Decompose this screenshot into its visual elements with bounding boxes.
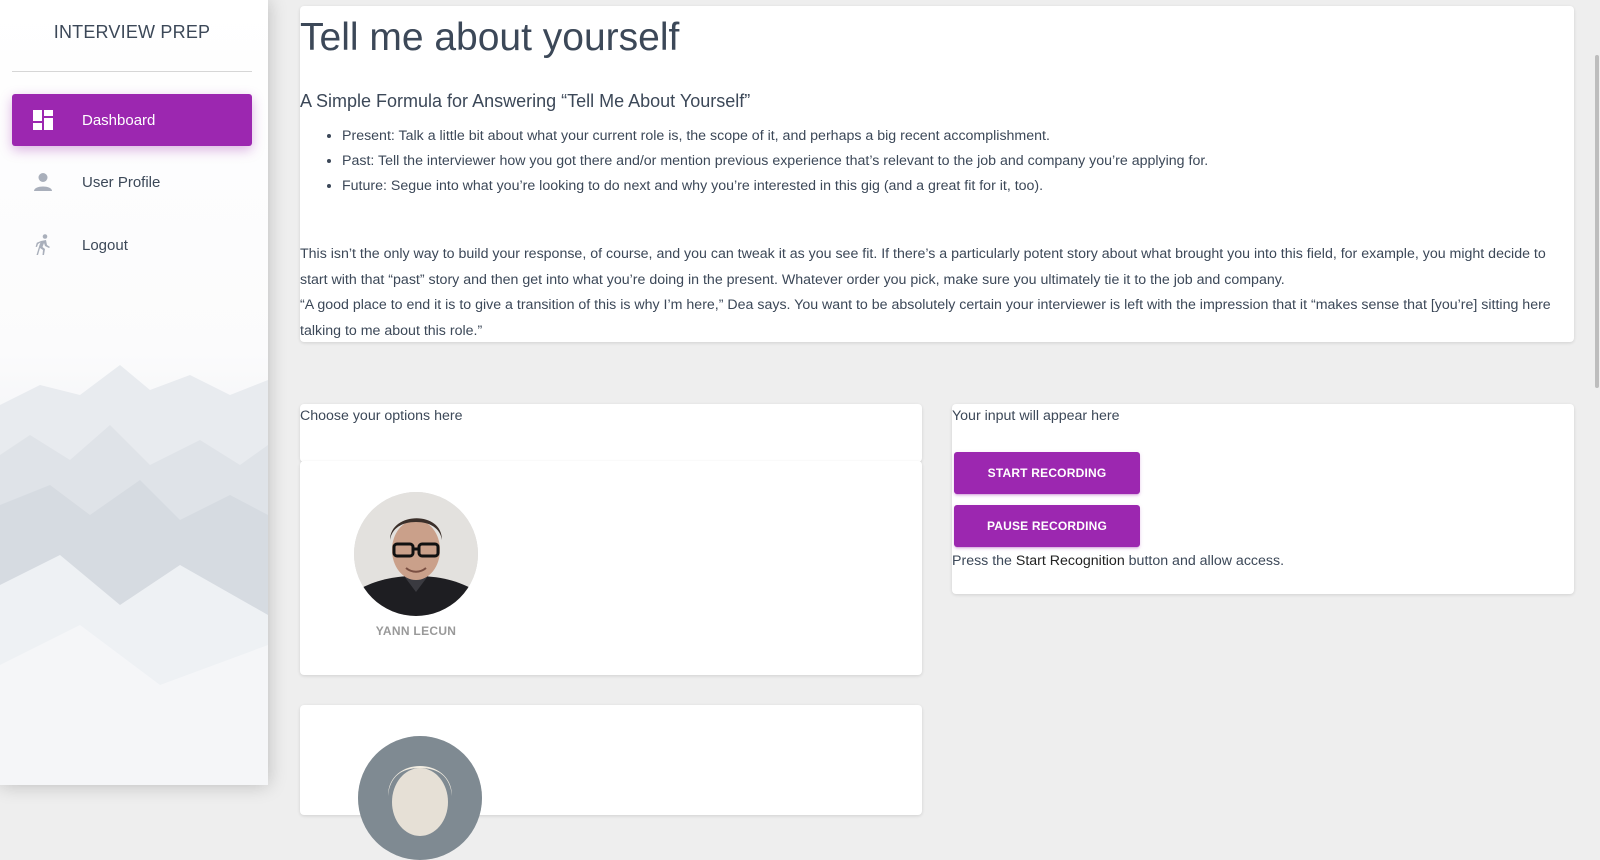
- options-card: Choose your options here: [300, 404, 922, 462]
- start-recording-button[interactable]: START RECORDING: [954, 452, 1140, 494]
- advice-quote: “A good place to end it is to give a tra…: [300, 297, 1551, 339]
- main-content: Tell me about yourself A Simple Formula …: [268, 0, 1600, 860]
- person-card[interactable]: [300, 705, 922, 860]
- person-card-yann-lecun[interactable]: YANN LECUN: [300, 461, 922, 675]
- list-item: Present: Talk a little bit about what yo…: [342, 124, 1572, 149]
- brand-divider: [12, 71, 252, 72]
- recorder-hint: Press the Start Recognition button and a…: [952, 553, 1284, 569]
- intro-card: Tell me about yourself A Simple Formula …: [300, 6, 1574, 342]
- recorder-label: Your input will appear here: [952, 408, 1120, 424]
- person-icon: [32, 171, 54, 193]
- hint-prefix: Press the: [952, 553, 1016, 569]
- avatar[interactable]: [358, 736, 482, 860]
- sidebar-item-label: Dashboard: [82, 111, 156, 129]
- brand-title[interactable]: INTERVIEW PREP: [0, 22, 264, 43]
- list-item: Past: Tell the interviewer how you got t…: [342, 149, 1572, 174]
- sidebar-item-user-profile[interactable]: User Profile: [12, 156, 252, 208]
- advice-paragraph: This isn’t the only way to build your re…: [300, 246, 1546, 288]
- section-subtitle: A Simple Formula for Answering “Tell Me …: [300, 91, 751, 111]
- options-label: Choose your options here: [300, 408, 463, 424]
- scrollbar-thumb[interactable]: [1595, 55, 1599, 388]
- sidebar-background-image: [0, 365, 268, 785]
- sidebar-item-label: Logout: [82, 236, 128, 254]
- sidebar-item-label: User Profile: [82, 173, 161, 191]
- run-icon: [32, 234, 54, 256]
- list-item: Future: Segue into what you’re looking t…: [342, 174, 1572, 199]
- sidebar-item-logout[interactable]: Logout: [12, 219, 252, 271]
- recorder-card: Your input will appear here START RECORD…: [952, 404, 1574, 594]
- formula-list: Present: Talk a little bit about what yo…: [300, 124, 1572, 199]
- advice-text: This isn’t the only way to build your re…: [300, 242, 1572, 344]
- pause-recording-button[interactable]: PAUSE RECORDING: [954, 505, 1140, 547]
- hint-emphasis: Start Recognition: [1015, 553, 1125, 569]
- hint-suffix: button and allow access.: [1124, 553, 1285, 569]
- dashboard-icon: [32, 109, 54, 131]
- page-scrollbar[interactable]: [1594, 0, 1600, 785]
- page-title: Tell me about yourself: [300, 16, 680, 59]
- avatar[interactable]: [354, 492, 478, 616]
- sidebar: INTERVIEW PREP Dashboard User Profile Lo…: [0, 0, 268, 785]
- person-name: YANN LECUN: [375, 624, 457, 638]
- sidebar-item-dashboard[interactable]: Dashboard: [12, 94, 252, 146]
